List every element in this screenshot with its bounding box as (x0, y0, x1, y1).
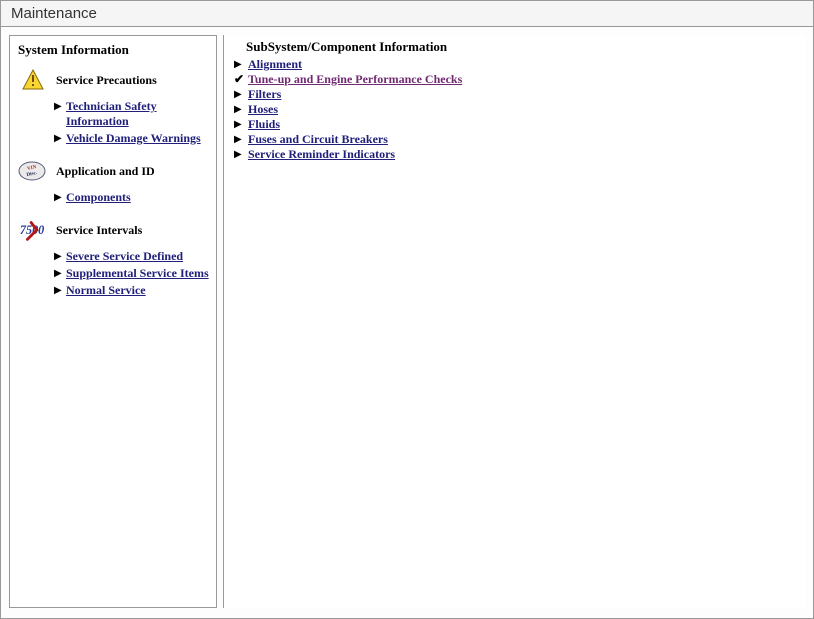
triangle-icon: ▶ (234, 87, 244, 102)
section-title: Service Precautions (56, 73, 157, 88)
warning-icon (18, 68, 48, 92)
triangle-icon: ▶ (234, 117, 244, 132)
link-normal-service[interactable]: Normal Service (66, 283, 146, 298)
link-filters[interactable]: Filters (248, 87, 281, 102)
list-item[interactable]: ▶ Components (54, 189, 212, 206)
section-service-intervals: 7500 Service Intervals (14, 214, 212, 246)
triangle-icon: ▶ (54, 249, 62, 264)
link-supplemental-service[interactable]: Supplemental Service Items (66, 266, 209, 281)
vin-disc-icon: VIN Disc. (18, 159, 48, 183)
triangle-icon: ▶ (54, 283, 62, 298)
list-item[interactable]: ▶ Technician Safety Information (54, 98, 212, 130)
link-components[interactable]: Components (66, 190, 131, 205)
triangle-icon: ▶ (234, 132, 244, 147)
triangle-icon: ▶ (54, 266, 62, 281)
left-heading: System Information (14, 42, 212, 64)
triangle-icon: ▶ (54, 131, 62, 146)
link-technician-safety[interactable]: Technician Safety Information (66, 99, 212, 129)
triangle-icon: ▶ (54, 190, 62, 205)
section-application-id: VIN Disc. Application and ID (14, 155, 212, 187)
right-pane: SubSystem/Component Information ▶ Alignm… (223, 35, 805, 608)
link-severe-service[interactable]: Severe Service Defined (66, 249, 183, 264)
section-service-precautions: Service Precautions (14, 64, 212, 96)
link-fuses[interactable]: Fuses and Circuit Breakers (248, 132, 388, 147)
list-item[interactable]: ▶ Vehicle Damage Warnings (54, 130, 212, 147)
right-heading: SubSystem/Component Information (234, 39, 795, 57)
sublist-service-intervals: ▶ Severe Service Defined ▶ Supplemental … (14, 246, 212, 307)
list-item[interactable]: ▶ Filters (234, 87, 795, 102)
list-item[interactable]: ▶ Supplemental Service Items (54, 265, 212, 282)
check-icon: ✔ (234, 72, 244, 87)
list-item[interactable]: ✔ Tune-up and Engine Performance Checks (234, 72, 795, 87)
link-vehicle-damage[interactable]: Vehicle Damage Warnings (66, 131, 201, 146)
triangle-icon: ▶ (234, 102, 244, 117)
list-item[interactable]: ▶ Severe Service Defined (54, 248, 212, 265)
sublist-application-id: ▶ Components (14, 187, 212, 214)
link-alignment[interactable]: Alignment (248, 57, 302, 72)
workspace: System Information Service Precautions ▶… (1, 27, 813, 616)
section-title: Application and ID (56, 164, 155, 179)
list-item[interactable]: ▶ Alignment (234, 57, 795, 72)
link-tuneup[interactable]: Tune-up and Engine Performance Checks (248, 72, 462, 87)
title-bar: Maintenance (1, 1, 813, 27)
section-title: Service Intervals (56, 223, 142, 238)
page-title: Maintenance (11, 5, 97, 22)
link-hoses[interactable]: Hoses (248, 102, 278, 117)
list-item[interactable]: ▶ Fuses and Circuit Breakers (234, 132, 795, 147)
triangle-icon: ▶ (234, 147, 244, 162)
list-item[interactable]: ▶ Hoses (234, 102, 795, 117)
link-reminder[interactable]: Service Reminder Indicators (248, 147, 395, 162)
sublist-service-precautions: ▶ Technician Safety Information ▶ Vehicl… (14, 96, 212, 155)
list-item[interactable]: ▶ Normal Service (54, 282, 212, 299)
list-item[interactable]: ▶ Service Reminder Indicators (234, 147, 795, 162)
triangle-icon: ▶ (234, 57, 244, 72)
right-list: ▶ Alignment ✔ Tune-up and Engine Perform… (234, 57, 795, 162)
triangle-icon: ▶ (54, 99, 62, 114)
7500-icon: 7500 (18, 218, 48, 242)
list-item[interactable]: ▶ Fluids (234, 117, 795, 132)
left-pane: System Information Service Precautions ▶… (9, 35, 217, 608)
link-fluids[interactable]: Fluids (248, 117, 280, 132)
